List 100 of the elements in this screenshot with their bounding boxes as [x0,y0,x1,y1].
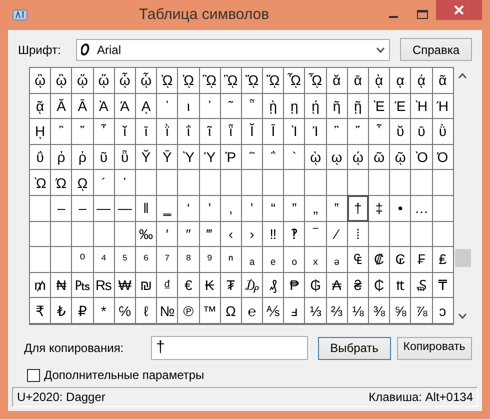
character-cell[interactable]: ΅ [263,144,284,170]
character-cell[interactable]: Ᾱ [72,94,93,118]
character-cell[interactable]: ῄ [305,94,326,118]
character-cell[interactable]: Ὰ [94,94,114,118]
checkbox[interactable] [27,368,40,382]
character-cell[interactable]: ― [114,196,135,221]
character-cell[interactable]: ₐ [242,247,262,272]
character-cell[interactable]: ‗ [157,196,178,221]
character-cell[interactable]: ₵ [369,272,390,298]
scroll-thumb[interactable] [454,249,471,267]
character-cell[interactable]: Ό [432,144,453,170]
font-dropdown[interactable]: Arial [76,38,390,60]
character-cell[interactable] [369,170,390,195]
character-cell[interactable]: ᾯ [305,68,326,93]
character-cell[interactable] [220,170,241,195]
character-cell[interactable]: ῥ [72,144,93,170]
character-cell[interactable]: Ὼ [30,170,50,195]
character-cell[interactable] [178,170,198,195]
character-cell[interactable]: ᾧ [136,68,156,93]
character-cell[interactable]: ⁹ [200,247,220,272]
character-cell[interactable]: ₭ [200,272,220,298]
character-cell[interactable]: ₩ [114,272,135,298]
character-cell[interactable]: ₓ [305,247,326,272]
character-cell[interactable]: ῞ [348,119,368,144]
character-cell[interactable]: ℓ [136,298,156,323]
character-cell[interactable]: ₔ [326,247,347,272]
character-cell[interactable]: ₨ [94,272,114,298]
character-cell[interactable]: Ῡ [157,144,178,170]
character-cell[interactable]: ℗ [178,298,198,323]
character-cell[interactable]: Ή [432,94,453,118]
character-cell[interactable] [305,170,326,195]
character-cell[interactable]: ₤ [432,247,453,272]
character-cell[interactable]: ⁿ [220,247,241,272]
character-cell[interactable]: ₒ [284,247,304,272]
character-cell[interactable]: ῳ [326,144,347,170]
character-cell[interactable]: ⅔ [326,298,347,323]
character-cell[interactable]: • [390,196,410,221]
character-cell[interactable]: ῒ [157,119,178,144]
character-cell[interactable]: ₹ [30,298,50,323]
character-cell[interactable]: ᾴ [411,68,432,93]
close-button[interactable] [436,0,482,20]
character-cell[interactable]: ῗ [220,119,241,144]
character-cell[interactable]: Ω [220,298,241,323]
character-cell[interactable]: ᾲ [369,68,390,93]
character-cell[interactable]: ῇ [348,94,368,118]
character-cell[interactable]: ‴ [200,222,220,246]
character-cell[interactable] [30,247,50,272]
character-cell[interactable]: € [178,272,198,298]
character-cell[interactable]: Ᾰ [51,94,72,118]
character-cell[interactable]: ↄ [432,298,453,323]
character-cell[interactable]: ₢ [390,247,410,272]
character-cell[interactable]: ῆ [326,94,347,118]
character-cell[interactable]: ⁸ [178,247,198,272]
character-cell[interactable]: ₺ [51,298,72,323]
character-cell[interactable]: ⅝ [390,298,410,323]
character-cell[interactable]: ῌ [30,119,50,144]
character-cell[interactable]: ″ [178,222,198,246]
character-cell[interactable]: Ῐ [242,119,262,144]
copy-field[interactable]: † [151,336,308,360]
character-cell[interactable] [30,222,50,246]
character-cell[interactable]: ₫ [157,272,178,298]
character-cell[interactable] [432,222,453,246]
character-cell[interactable]: ᾰ [326,68,347,93]
character-cell[interactable]: ₽ [72,298,93,323]
character-cell[interactable]: ‛ [242,196,262,221]
character-cell[interactable]: ‰ [136,222,156,246]
character-cell[interactable]: ᾢ [30,68,50,93]
character-cell[interactable]: ‘ [178,196,198,221]
character-cell[interactable]: ῐ [114,119,135,144]
character-cell[interactable]: ₰ [263,272,284,298]
character-cell[interactable] [390,222,410,246]
character-cell[interactable]: ` [284,144,304,170]
character-cell[interactable]: * [94,298,114,323]
character-cell[interactable]: ῎ [72,119,93,144]
character-cell[interactable]: „ [305,196,326,221]
character-cell[interactable]: ῭ [242,144,262,170]
character-cell[interactable]: ᾬ [242,68,262,93]
character-cell[interactable]: ᾼ [136,94,156,118]
character-cell[interactable]: ⁵ [114,247,135,272]
character-cell[interactable]: ‒ [51,196,72,221]
character-cell[interactable] [136,170,156,195]
character-cell[interactable] [432,196,453,221]
character-cell[interactable] [390,170,410,195]
character-cell[interactable]: ₧ [72,272,93,298]
character-cell[interactable]: ⅞ [411,298,432,323]
character-cell[interactable]: ῃ [284,94,304,118]
character-cell[interactable] [369,222,390,246]
character-cell[interactable]: ⅎ [284,298,304,323]
character-cell[interactable]: ᾽ [157,94,178,118]
character-cell[interactable]: ₣ [411,247,432,272]
character-cell[interactable] [411,222,432,246]
character-cell[interactable]: ῀ [220,94,241,118]
character-cell[interactable]: ᾣ [51,68,72,93]
character-cell[interactable] [72,222,93,246]
character-cell[interactable]: ⁞ [348,222,368,246]
copy-button[interactable]: Копировать [396,336,472,360]
character-cell[interactable] [242,170,262,195]
character-cell[interactable]: ₯ [242,272,262,298]
character-cell[interactable]: ’ [200,196,220,221]
character-cell[interactable]: Ύ [200,144,220,170]
